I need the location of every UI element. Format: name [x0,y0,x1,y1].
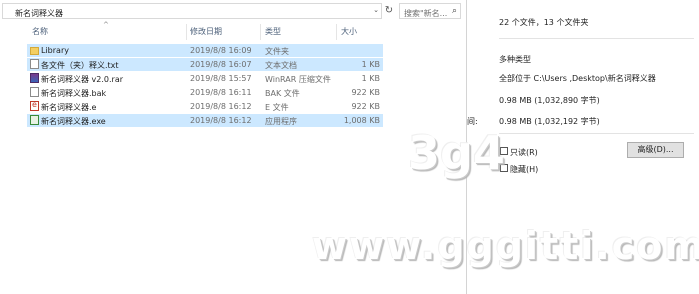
folder-icon [30,47,39,55]
file-row[interactable]: 各文件（夹）释义.txt 2019/8/8 16:07 文本文档 1 KB [27,58,383,71]
file-size: 1,008 KB [343,116,380,125]
sort-up-icon: ^ [103,21,109,29]
file-date: 2019/8/8 16:11 [190,88,252,97]
column-header-size[interactable]: 大小 [341,26,357,40]
e-file-icon [30,100,39,111]
address-bar[interactable]: 新名词释义器 ⌄ [2,3,382,19]
file-date: 2019/8/8 15:57 [190,74,252,83]
file-type: 文件夹 [265,47,289,56]
file-row[interactable]: 新名词释义器.bak 2019/8/8 16:11 BAK 文件 922 KB [27,86,383,99]
file-name: 新名词释义器.exe [41,117,106,126]
column-header-type[interactable]: 类型 [265,26,281,40]
file-type: 应用程序 [265,117,297,126]
file-date: 2019/8/8 16:07 [190,60,252,69]
watermark-bottom: www.gggitti.com [312,224,699,268]
type-value: 多种类型 [499,55,531,64]
file-size: 1 KB [361,74,380,83]
hidden-label[interactable]: 隐藏(H) [510,164,538,175]
file-row[interactable]: Library 2019/8/8 16:09 文件夹 [27,44,383,57]
watermark-top: 3g4 [408,126,505,180]
file-name: 新名词释义器.e [41,103,97,112]
rar-archive-icon [30,73,39,83]
column-separator[interactable] [336,24,337,40]
file-row[interactable]: 新名词释义器 v2.0.rar 2019/8/8 15:57 WinRAR 压缩… [27,72,383,85]
file-size: 1 KB [361,60,380,69]
properties-summary: 22 个文件，13 个文件夹 [499,18,589,27]
divider [499,38,694,39]
file-date: 2019/8/8 16:09 [190,46,252,55]
address-path: 新名词释义器 [15,9,63,18]
divider [499,133,694,134]
column-separator[interactable] [260,24,261,40]
disk-size-value: 0.98 MB (1,032,192 字节) [499,117,600,126]
file-type: BAK 文件 [265,89,300,98]
refresh-icon[interactable]: ↻ [383,4,395,18]
chevron-down-icon[interactable]: ⌄ [373,6,379,14]
exe-app-icon [30,115,39,125]
search-icon[interactable]: ⌕ [452,6,457,16]
file-type: WinRAR 压缩文件 [265,75,331,84]
file-type: E 文件 [265,103,289,112]
column-header-name[interactable]: 名称 [32,26,48,40]
column-separator[interactable] [186,24,187,40]
file-name: 新名词释义器.bak [41,89,107,98]
text-file-icon [30,59,39,69]
file-date: 2019/8/8 16:12 [190,102,252,111]
readonly-label[interactable]: 只读(R) [510,147,538,158]
file-name: 新名词释义器 v2.0.rar [41,75,124,84]
file-row[interactable]: 新名词释义器.exe 2019/8/8 16:12 应用程序 1,008 KB [27,114,383,127]
file-name: Library [41,46,69,55]
search-input[interactable]: 搜索"新名... ⌕ [399,3,461,19]
search-placeholder: 搜索"新名... [404,9,448,18]
file-size: 922 KB [351,102,380,111]
location-value: 全部位于 C:\Users ,Desktop\新名词释义器 [499,74,656,83]
size-value: 0.98 MB (1,032,890 字节) [499,96,600,105]
file-row[interactable]: 新名词释义器.e 2019/8/8 16:12 E 文件 922 KB [27,100,383,113]
file-name: 各文件（夹）释义.txt [41,61,119,70]
file-size: 922 KB [351,88,380,97]
column-header-date[interactable]: 修改日期 [190,26,222,40]
bak-file-icon [30,87,39,97]
file-type: 文本文档 [265,61,297,70]
advanced-button[interactable]: 高级(D)... [627,142,684,158]
file-date: 2019/8/8 16:12 [190,116,252,125]
